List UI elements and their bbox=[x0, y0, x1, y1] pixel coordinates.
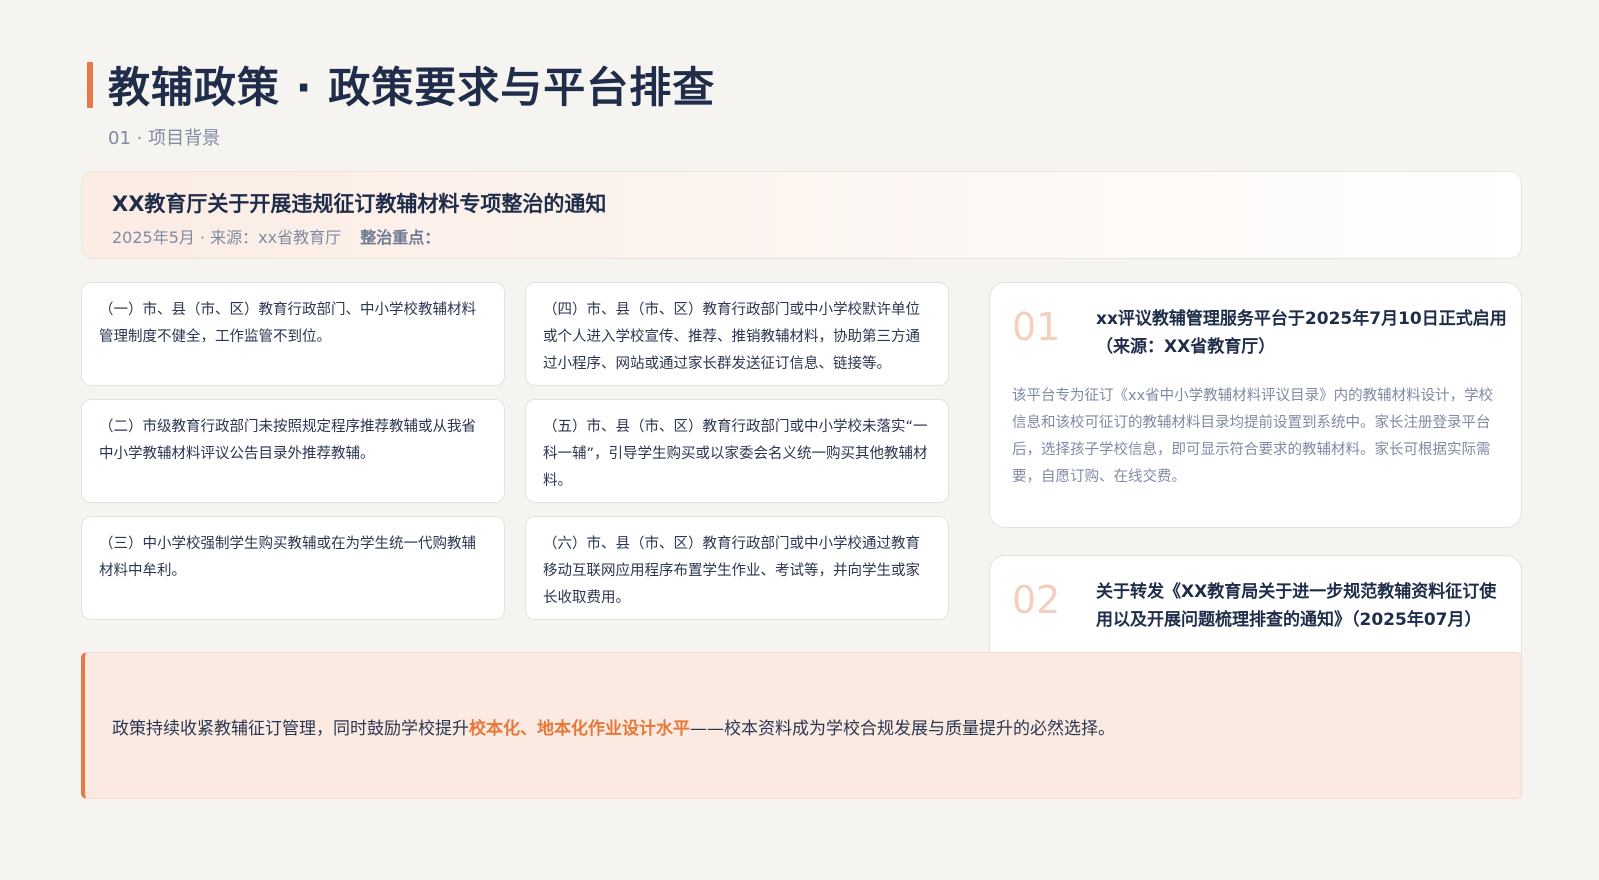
card-title: xx评议教辅管理服务平台于2025年7月10日正式启用（来源：XX省教育厅） bbox=[1096, 309, 1507, 357]
focus-item-text: （六）市、县（市、区）教育行政部门或中小学校通过教育移动互联网应用程序布置学生作… bbox=[543, 536, 920, 606]
focus-item-6: （六）市、县（市、区）教育行政部门或中小学校通过教育移动互联网应用程序布置学生作… bbox=[525, 516, 949, 620]
focus-item-1: （一）市、县（市、区）教育行政部门、中小学校教辅材料管理制度不健全，工作监管不到… bbox=[81, 282, 505, 386]
summary-callout: 政策持续收紧教辅征订管理，同时鼓励学校提升校本化、地本化作业设计水平——校本资料… bbox=[81, 652, 1522, 799]
focus-item-text: （三）中小学校强制学生购买教辅或在为学生统一代购教辅材料中牟利。 bbox=[99, 536, 476, 579]
focus-item-text: （五）市、县（市、区）教育行政部门或中小学校未落实“一科一辅”，引导学生购买或以… bbox=[543, 419, 928, 489]
title-accent-bar bbox=[87, 62, 93, 108]
platform-card-01: 01 xx评议教辅管理服务平台于2025年7月10日正式启用（来源：XX省教育厅… bbox=[989, 282, 1522, 528]
focus-item-3: （三）中小学校强制学生购买教辅或在为学生统一代购教辅材料中牟利。 bbox=[81, 516, 505, 620]
summary-highlight: 校本化、地本化作业设计水平 bbox=[469, 719, 690, 739]
summary-suffix: ——校本资料成为学校合规发展与质量提升的必然选择。 bbox=[690, 719, 1115, 739]
page-title: 教辅政策 · 政策要求与平台排查 bbox=[108, 63, 716, 112]
card-number: 02 bbox=[1012, 578, 1061, 622]
focus-item-text: （四）市、县（市、区）教育行政部门或中小学校默许单位或个人进入学校宣传、推荐、推… bbox=[543, 302, 920, 372]
focus-item-2: （二）市级教育行政部门未按照规定程序推荐教辅或从我省中小学教辅材料评议公告目录外… bbox=[81, 399, 505, 503]
card-number: 01 bbox=[1012, 305, 1061, 349]
focus-item-4: （四）市、县（市、区）教育行政部门或中小学校默许单位或个人进入学校宣传、推荐、推… bbox=[525, 282, 949, 386]
focus-item-text: （一）市、县（市、区）教育行政部门、中小学校教辅材料管理制度不健全，工作监管不到… bbox=[99, 302, 476, 345]
notice-date-source: 2025年5月 · 来源：xx省教育厅 bbox=[112, 228, 342, 247]
notice-banner: XX教育厅关于开展违规征订教辅材料专项整治的通知 2025年5月 · 来源：xx… bbox=[81, 171, 1522, 259]
focus-item-text: （二）市级教育行政部门未按照规定程序推荐教辅或从我省中小学教辅材料评议公告目录外… bbox=[99, 419, 476, 462]
summary-prefix: 政策持续收紧教辅征订管理，同时鼓励学校提升 bbox=[112, 719, 469, 739]
focus-item-5: （五）市、县（市、区）教育行政部门或中小学校未落实“一科一辅”，引导学生购买或以… bbox=[525, 399, 949, 503]
card-description: 该平台专为征订《xx省中小学教辅材料评议目录》内的教辅材料设计，学校信息和该校可… bbox=[1012, 388, 1494, 485]
card-title: 关于转发《XX教育局关于进一步规范教辅资料征订使用以及开展问题梳理排查的通知》（… bbox=[1096, 582, 1497, 630]
notice-title: XX教育厅关于开展违规征订教辅材料专项整治的通知 bbox=[112, 192, 607, 216]
section-subtitle: 01 · 项目背景 bbox=[108, 128, 221, 149]
notice-focus-label: 整治重点： bbox=[360, 228, 441, 247]
notice-meta: 2025年5月 · 来源：xx省教育厅 整治重点： bbox=[112, 224, 440, 248]
summary-text: 政策持续收紧教辅征订管理，同时鼓励学校提升校本化、地本化作业设计水平——校本资料… bbox=[112, 714, 1115, 739]
